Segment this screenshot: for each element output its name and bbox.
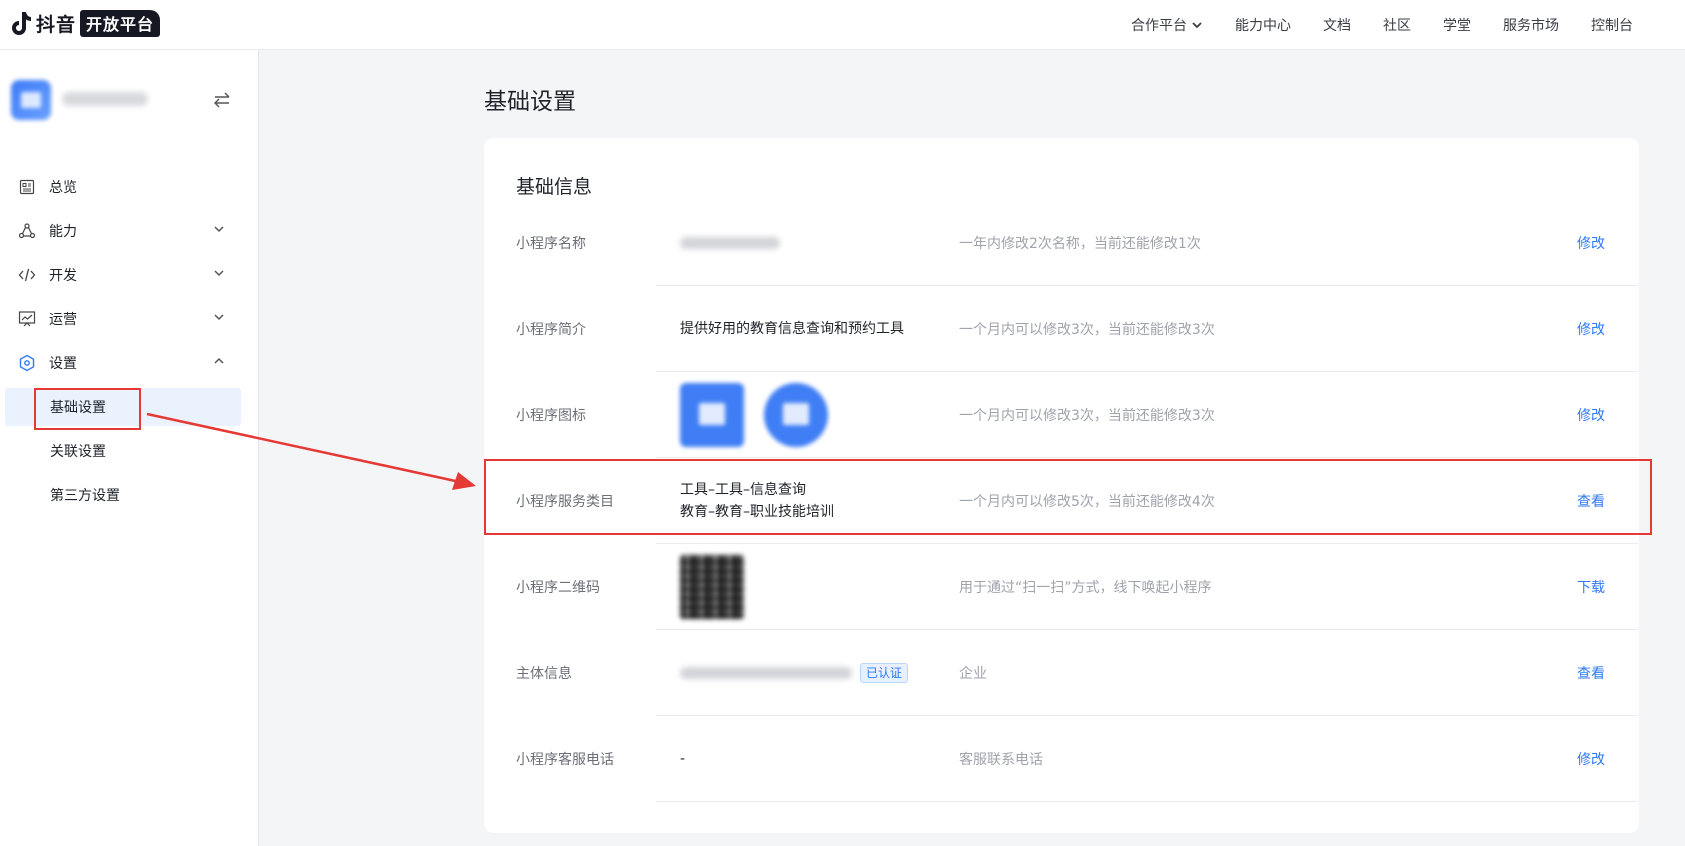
verified-badge: 已认证	[860, 663, 909, 683]
row-mini-program-intro: 小程序简介 提供好用的教育信息查询和预约工具 一个月内可以修改3次，当前还能修改…	[484, 286, 1639, 372]
sidebar-item-label: 总览	[49, 180, 77, 196]
nav-community[interactable]: 社区	[1383, 15, 1411, 35]
logo-badge: 开放平台	[80, 9, 161, 37]
nav-service-market[interactable]: 服务市场	[1503, 15, 1559, 35]
edit-icon-link[interactable]: 修改	[1577, 372, 1605, 458]
chevron-down-icon	[214, 226, 224, 233]
page-title: 基础设置	[484, 89, 576, 115]
entity-value: 已认证	[680, 630, 909, 716]
douyin-note-icon	[10, 10, 32, 36]
row-label: 小程序二维码	[516, 580, 600, 596]
row-divider	[656, 801, 1638, 802]
row-service-phone: 小程序客服电话 - 客服联系电话 修改	[484, 716, 1639, 802]
row-label: 主体信息	[516, 666, 572, 682]
sidebar-item-label: 能力	[49, 224, 77, 240]
app-icon-round-preview	[764, 383, 828, 447]
edit-phone-link[interactable]: 修改	[1577, 716, 1605, 802]
nav-academy[interactable]: 学堂	[1443, 15, 1471, 35]
nav-console[interactable]: 控制台	[1591, 15, 1633, 35]
top-nav-menu: 合作平台 能力中心 文档 社区 学堂 服务市场 控制台	[1099, 0, 1633, 50]
entity-name-blurred	[680, 667, 852, 679]
sidebar-item-settings[interactable]: 设置	[0, 341, 259, 385]
row-hint: 一个月内可以修改3次，当前还能修改3次	[959, 408, 1215, 424]
chevron-down-icon	[214, 314, 224, 321]
logo-text: 抖音	[36, 13, 77, 36]
switch-app-icon[interactable]	[212, 92, 232, 110]
row-hint: 客服联系电话	[959, 752, 1043, 768]
row-hint: 企业	[959, 666, 987, 682]
row-hint: 一个月内可以修改3次，当前还能修改3次	[959, 322, 1215, 338]
qr-code-preview-wrap	[680, 544, 744, 630]
row-label: 小程序简介	[516, 322, 586, 338]
sidebar: 总览 能力 开发 运营 设置 基础设置 关联设置 第三方设置	[0, 50, 259, 846]
app-icon-square-preview	[680, 383, 744, 447]
qr-code-image	[680, 555, 744, 619]
download-qr-link[interactable]: 下载	[1577, 544, 1605, 630]
row-label: 小程序名称	[516, 236, 586, 252]
row-qr-code: 小程序二维码 用于通过“扫一扫”方式，线下唤起小程序 下载	[484, 544, 1639, 630]
capability-icon	[18, 222, 36, 240]
app-name-blurred	[62, 92, 148, 106]
sidebar-item-capability[interactable]: 能力	[0, 209, 259, 253]
icon-previews	[680, 372, 828, 458]
sidebar-menu: 总览 能力 开发 运营 设置 基础设置 关联设置 第三方设置	[0, 165, 259, 517]
sidebar-item-label: 开发	[49, 268, 77, 284]
annotation-highlight-row	[484, 459, 1652, 535]
settings-icon	[18, 354, 36, 372]
mini-program-name-value	[680, 200, 780, 286]
douyin-open-platform-logo[interactable]: 抖音 开放平台	[10, 8, 161, 38]
service-phone-value: -	[680, 751, 686, 767]
sidebar-item-label: 设置	[49, 356, 77, 372]
row-label: 小程序客服电话	[516, 752, 614, 768]
chart-icon	[18, 310, 36, 328]
sidebar-item-develop[interactable]: 开发	[0, 253, 259, 297]
view-entity-link[interactable]: 查看	[1577, 630, 1605, 716]
chevron-up-icon	[214, 357, 224, 364]
section-title: 基础信息	[516, 176, 593, 198]
edit-intro-link[interactable]: 修改	[1577, 286, 1605, 372]
code-icon	[18, 266, 36, 284]
row-mini-program-icon: 小程序图标 一个月内可以修改3次，当前还能修改3次 修改	[484, 372, 1639, 458]
row-entity-info: 主体信息 已认证 企业 查看	[484, 630, 1639, 716]
app-avatar[interactable]	[11, 80, 51, 120]
chevron-down-icon	[1192, 22, 1202, 29]
nav-label: 合作平台	[1131, 18, 1187, 34]
row-label: 小程序图标	[516, 408, 586, 424]
annotation-highlight-sidebar	[34, 388, 141, 430]
top-navbar: 抖音 开放平台 合作平台 能力中心 文档 社区 学堂 服务市场 控制台	[0, 0, 1685, 50]
sidebar-item-operations[interactable]: 运营	[0, 297, 259, 341]
sidebar-subitem-third-party-settings[interactable]: 第三方设置	[0, 473, 259, 517]
nav-docs[interactable]: 文档	[1323, 15, 1351, 35]
sidebar-item-label: 运营	[49, 312, 77, 328]
nav-capability-center[interactable]: 能力中心	[1235, 15, 1291, 35]
overview-icon	[18, 178, 36, 196]
edit-name-link[interactable]: 修改	[1577, 200, 1605, 286]
chevron-down-icon	[214, 270, 224, 277]
row-hint: 一年内修改2次名称，当前还能修改1次	[959, 236, 1201, 252]
row-mini-program-name: 小程序名称 一年内修改2次名称，当前还能修改1次 修改	[484, 200, 1639, 286]
sidebar-item-overview[interactable]: 总览	[0, 165, 259, 209]
nav-partner-platform[interactable]: 合作平台	[1131, 15, 1203, 35]
intro-value: 提供好用的教育信息查询和预约工具	[680, 321, 904, 337]
sidebar-subitem-linked-settings[interactable]: 关联设置	[0, 429, 259, 473]
row-hint: 用于通过“扫一扫”方式，线下唤起小程序	[959, 580, 1212, 596]
